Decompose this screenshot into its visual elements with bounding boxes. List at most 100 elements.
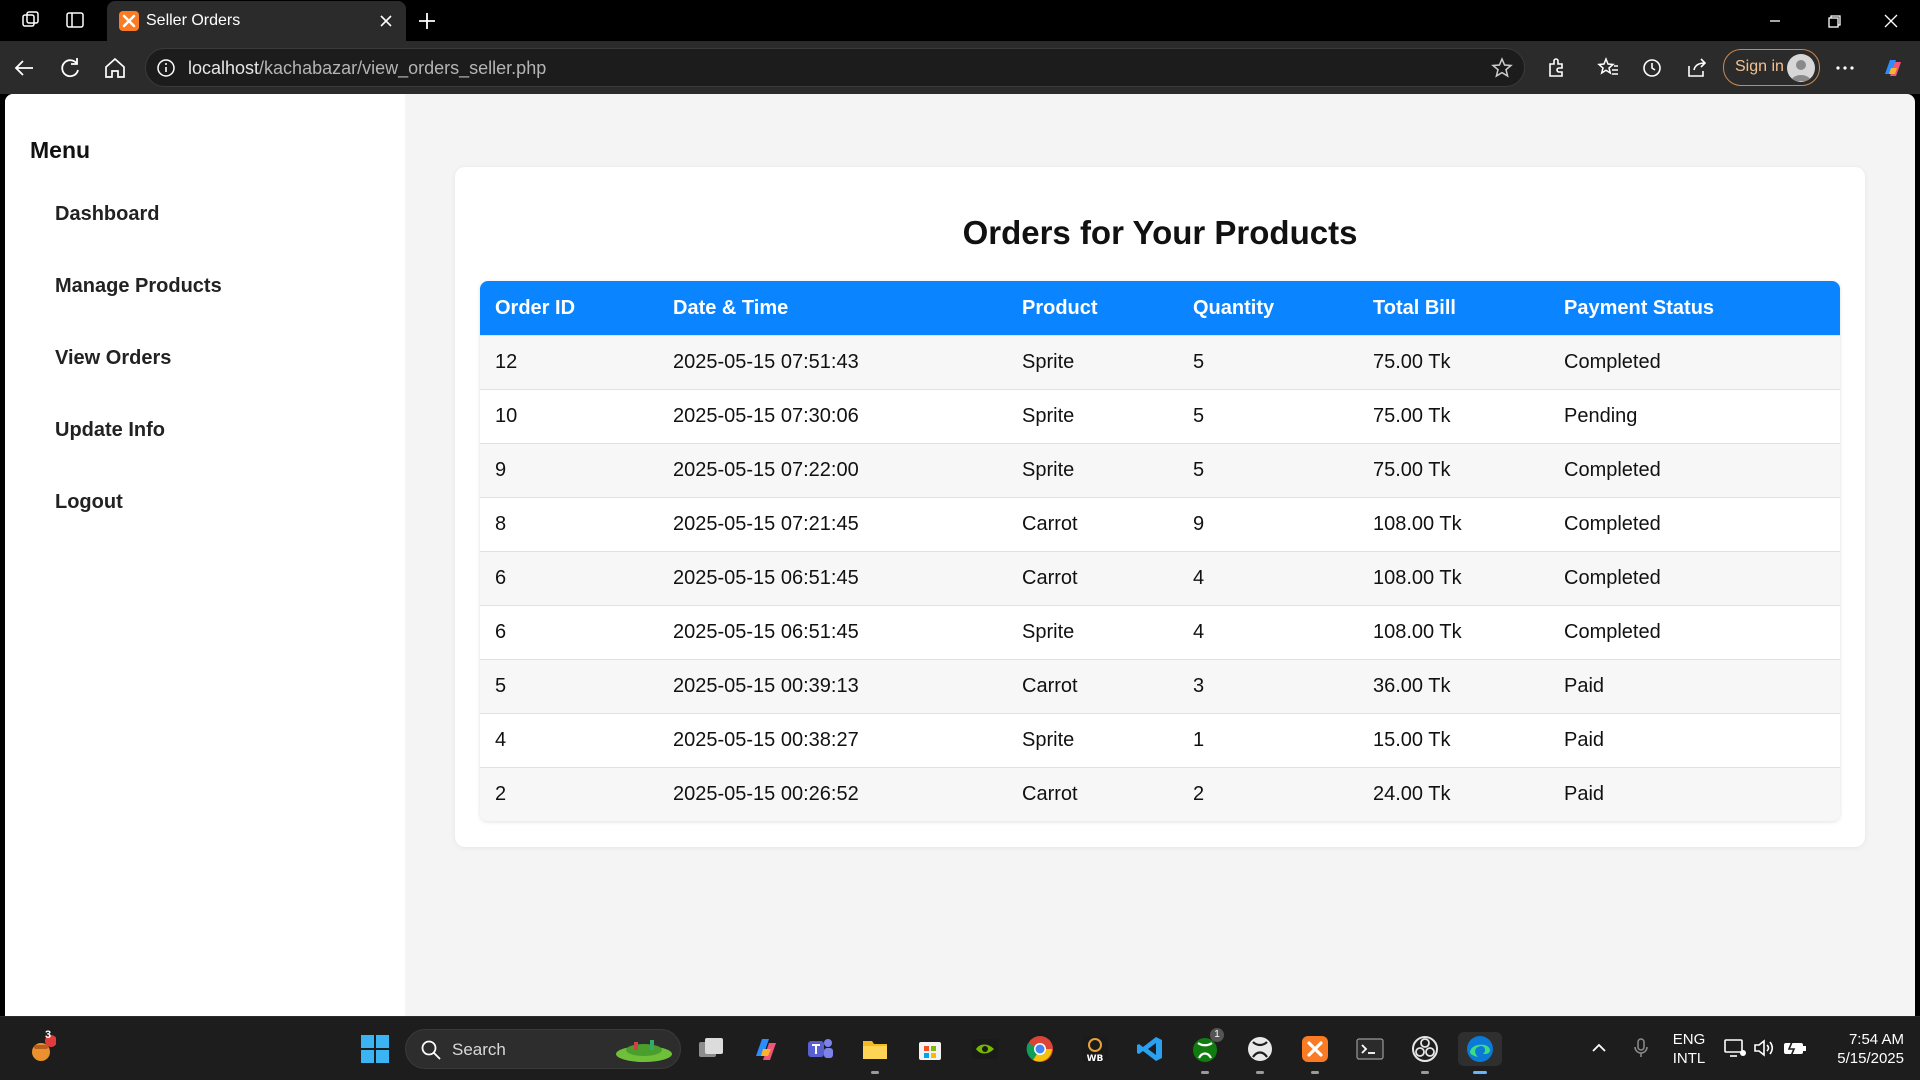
close-tab-icon[interactable] — [376, 11, 396, 31]
weather-icon[interactable]: 3 — [24, 1029, 58, 1066]
vertical-tabs-icon[interactable] — [64, 9, 86, 31]
language-code: ENG — [1672, 1031, 1706, 1048]
clock[interactable]: 7:54 AM 5/15/2025 — [1818, 1030, 1904, 1068]
table-row: 10 2025-05-15 07:30:06 Sprite 5 75.00 Tk Pend… — [480, 389, 1840, 443]
total-bill-cell: 15.00 Tk — [1373, 729, 1451, 751]
order-id-cell: 6 — [495, 621, 507, 643]
date-time-cell: 2025-05-15 07:21:45 — [673, 513, 859, 535]
favorite-star-icon[interactable] — [1490, 56, 1514, 80]
copilot-app-icon[interactable] — [749, 1032, 783, 1066]
volume-icon[interactable] — [1752, 1037, 1776, 1064]
order-id-cell: 4 — [495, 729, 507, 751]
menu-title: Menu — [30, 137, 91, 163]
payment-status-cell: Completed — [1564, 513, 1661, 535]
address-bar[interactable]: localhost/kachabazar/view_orders_seller.… — [145, 48, 1525, 87]
restore-icon[interactable] — [1822, 9, 1846, 33]
quantity-cell: 9 — [1193, 513, 1205, 535]
close-window-icon[interactable] — [1879, 9, 1903, 33]
date-time-cell: 2025-05-15 00:39:13 — [673, 675, 859, 697]
sidebar-item-update-info[interactable]: Update Info — [55, 419, 165, 442]
url-host: localhost — [188, 58, 260, 78]
order-id-cell: 10 — [495, 405, 518, 427]
vscode-icon[interactable] — [1133, 1032, 1167, 1066]
extensions-icon[interactable] — [1542, 54, 1570, 82]
table-row: 2 2025-05-15 00:26:52 Carrot 2 24.00 Tk Paid — [480, 767, 1840, 821]
wb-icon[interactable]: WB — [1078, 1032, 1112, 1066]
home-icon[interactable] — [101, 54, 129, 82]
share-icon[interactable] — [1683, 54, 1711, 82]
page-title: Orders for Your Products — [962, 214, 1358, 251]
sidebar-item-logout[interactable]: Logout — [55, 491, 123, 514]
xampp-icon[interactable] — [1298, 1032, 1332, 1074]
table-body: 12 2025-05-15 07:51:43 Sprite 5 75.00 Tk Comp… — [480, 335, 1840, 821]
running-indicator — [1473, 1071, 1487, 1074]
edge-icon[interactable] — [1458, 1032, 1502, 1074]
sign-in-button[interactable]: Sign in — [1723, 49, 1820, 86]
date-time-cell: 2025-05-15 00:26:52 — [673, 783, 859, 805]
table-row: 8 2025-05-15 07:21:45 Carrot 9 108.00 Tk Comp… — [480, 497, 1840, 551]
date-time-cell: 2025-05-15 06:51:45 — [673, 621, 859, 643]
quantity-cell: 2 — [1193, 783, 1205, 805]
tab-title: Seller Orders — [146, 12, 241, 29]
sidebar-item-view-orders[interactable]: View Orders — [55, 347, 171, 370]
terminal-icon[interactable] — [1353, 1032, 1387, 1066]
nvidia-icon[interactable] — [968, 1032, 1002, 1066]
keyboard-layout: INTL — [1672, 1050, 1706, 1067]
active-tab[interactable]: Seller Orders — [107, 1, 406, 41]
microphone-icon[interactable] — [1631, 1037, 1651, 1064]
copilot-icon[interactable] — [1879, 54, 1907, 82]
running-indicator — [1311, 1071, 1319, 1074]
refresh-icon[interactable] — [56, 54, 84, 82]
chrome-icon[interactable] — [1023, 1032, 1057, 1066]
date-time-cell: 2025-05-15 07:30:06 — [673, 405, 859, 427]
new-tab-icon[interactable] — [414, 8, 440, 34]
show-hidden-icons-chevron-icon[interactable] — [1590, 1039, 1608, 1062]
search-label: Search — [452, 1040, 506, 1059]
task-view-icon[interactable] — [694, 1032, 728, 1066]
order-id-cell: 9 — [495, 459, 507, 481]
workspaces-icon[interactable] — [20, 9, 42, 31]
xbox-game-bar-icon[interactable]: 1 — [1188, 1028, 1224, 1074]
store-icon[interactable] — [913, 1032, 947, 1066]
order-id-cell: 2 — [495, 783, 507, 805]
url-text: localhost/kachabazar/view_orders_seller.… — [188, 58, 546, 79]
table-row: 5 2025-05-15 00:39:13 Carrot 3 36.00 Tk Paid — [480, 659, 1840, 713]
avatar-icon — [1787, 54, 1815, 82]
history-icon[interactable] — [1638, 54, 1666, 82]
xbox-icon[interactable] — [1243, 1032, 1277, 1074]
xampp-favicon-icon — [119, 11, 139, 31]
order-id-cell: 12 — [495, 351, 518, 373]
table-row: 12 2025-05-15 07:51:43 Sprite 5 75.00 Tk Comp… — [480, 335, 1840, 389]
quantity-cell: 4 — [1193, 621, 1205, 643]
sidebar-item-manage-products[interactable]: Manage Products — [55, 275, 222, 298]
product-cell: Carrot — [1022, 513, 1078, 535]
start-icon[interactable] — [358, 1032, 392, 1066]
date-time-cell: 2025-05-15 07:51:43 — [673, 351, 859, 373]
table-row: 9 2025-05-15 07:22:00 Sprite 5 75.00 Tk Compl… — [480, 443, 1840, 497]
order-id-cell: 8 — [495, 513, 507, 535]
file-explorer-icon[interactable] — [858, 1032, 892, 1074]
back-icon[interactable] — [11, 54, 39, 82]
payment-status-cell: Paid — [1564, 783, 1605, 805]
running-indicator — [1201, 1071, 1209, 1074]
quantity-cell: 4 — [1193, 567, 1205, 589]
obs-icon[interactable] — [1408, 1032, 1442, 1074]
network-icon[interactable] — [1723, 1037, 1747, 1064]
taskbar-search-box[interactable]: Search — [405, 1029, 681, 1069]
quantity-cell: 5 — [1193, 405, 1205, 427]
payment-status-cell: Completed — [1564, 459, 1661, 481]
minimize-icon[interactable] — [1763, 9, 1787, 33]
page-viewport: Menu Dashboard Manage Products View Orde… — [5, 94, 1915, 1016]
date-time-cell: 2025-05-15 06:51:45 — [673, 567, 859, 589]
site-info-icon[interactable] — [154, 56, 178, 80]
teams-icon[interactable] — [803, 1032, 837, 1066]
battery-icon[interactable] — [1782, 1037, 1808, 1064]
favorites-icon[interactable] — [1594, 54, 1622, 82]
more-options-icon[interactable] — [1831, 54, 1859, 82]
quantity-cell: 3 — [1193, 675, 1205, 697]
browser-tab-bar: Seller Orders — [0, 0, 1920, 41]
language-indicator[interactable]: ENG INTL — [1665, 1030, 1713, 1068]
url-path: /kachabazar/view_orders_seller.php — [259, 58, 547, 78]
svg-text:WB: WB — [1087, 1054, 1104, 1064]
sidebar-item-dashboard[interactable]: Dashboard — [55, 203, 159, 226]
